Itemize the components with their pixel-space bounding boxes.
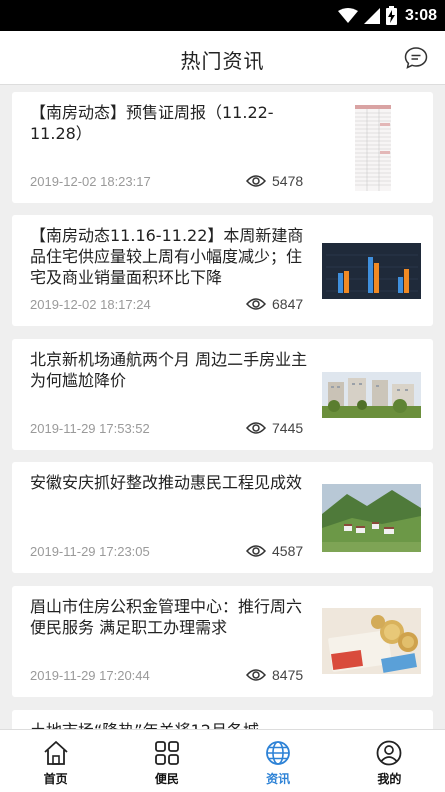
tab-services[interactable]: 便民 — [111, 730, 222, 792]
view-count: 6847 — [246, 295, 303, 313]
apartment-buildings-image — [322, 372, 421, 418]
news-date: 2019-11-29 17:53:52 — [30, 421, 150, 436]
home-icon — [44, 741, 68, 765]
news-card[interactable]: 土地市场“降热”年关将12月各城 — [12, 710, 433, 729]
tab-label: 首页 — [43, 772, 68, 786]
tab-label: 资讯 — [266, 772, 291, 786]
news-title: 【南房动态11.16-11.22】本周新建商品住宅供应量较上周有小幅度减少；住宅… — [30, 226, 304, 287]
page-title: 热门资讯 — [180, 49, 265, 73]
price-table-image — [355, 105, 391, 191]
news-card[interactable]: 眉山市住房公积金管理中心：推行周六便民服务 满足职工办理需求 2019-11-2… — [12, 586, 433, 697]
status-time: 3:08 — [404, 6, 437, 24]
news-feed[interactable]: 【南房动态】预售证周报（11.22-11.28） 2019-12-02 18:2… — [0, 86, 445, 729]
status-icons: 3:08 — [337, 4, 437, 27]
app-header: 热门资讯 — [0, 31, 445, 85]
view-count: 4587 — [246, 542, 303, 560]
tab-label: 我的 — [377, 772, 402, 786]
news-thumbnail — [322, 484, 421, 552]
view-count: 5478 — [246, 172, 303, 190]
eye-icon — [246, 669, 266, 681]
view-count: 8475 — [246, 666, 303, 684]
view-count-value: 4587 — [272, 543, 304, 559]
news-title: 【南房动态】预售证周报（11.22-11.28） — [30, 103, 274, 143]
tab-label: 便民 — [154, 772, 179, 786]
eye-icon — [246, 175, 266, 187]
news-title: 北京新机场通航两个月 周边二手房业主为何尴尬降价 — [30, 350, 308, 390]
news-thumbnail — [322, 608, 421, 674]
eye-icon — [246, 298, 266, 310]
user-icon — [376, 740, 402, 766]
news-date: 2019-12-02 18:23:17 — [30, 174, 151, 189]
tab-home[interactable]: 首页 — [0, 730, 111, 792]
globe-icon — [266, 741, 291, 765]
mountain-village-image — [322, 484, 421, 552]
view-count-value: 8475 — [272, 667, 304, 683]
news-title: 眉山市住房公积金管理中心：推行周六便民服务 满足职工办理需求 — [30, 597, 303, 637]
bar-chart-image — [322, 243, 421, 299]
housing-fund-coins-image — [322, 608, 421, 674]
news-thumbnail — [322, 243, 421, 299]
news-card[interactable]: 北京新机场通航两个月 周边二手房业主为何尴尬降价 2019-11-29 17:5… — [12, 339, 433, 450]
news-title: 安徽安庆抓好整改推动惠民工程见成效 — [30, 473, 303, 492]
tab-news[interactable]: 资讯 — [223, 730, 334, 792]
news-date: 2019-11-29 17:20:44 — [30, 668, 150, 683]
eye-icon — [246, 545, 266, 557]
news-thumbnail — [322, 372, 421, 418]
news-date: 2019-11-29 17:23:05 — [30, 544, 150, 559]
news-date: 2019-12-02 18:17:24 — [30, 297, 151, 312]
news-card[interactable]: 【南房动态11.16-11.22】本周新建商品住宅供应量较上周有小幅度减少；住宅… — [12, 215, 433, 326]
view-count-value: 6847 — [272, 296, 304, 312]
grid-icon — [154, 741, 179, 765]
news-title: 土地市场“降热”年关将12月各城 — [30, 720, 310, 729]
wifi-icon — [337, 7, 358, 23]
status-bar: 3:08 — [0, 0, 445, 31]
chat-bubble-icon[interactable] — [403, 45, 429, 71]
news-thumbnail — [355, 105, 391, 191]
eye-icon — [246, 422, 266, 434]
battery-charging-icon — [385, 6, 397, 25]
view-count: 7445 — [246, 419, 303, 437]
news-card[interactable]: 【南房动态】预售证周报（11.22-11.28） 2019-12-02 18:2… — [12, 92, 433, 203]
signal-icon — [363, 7, 380, 24]
bottom-tab-bar: 首页 便民 资讯 我的 — [0, 729, 445, 792]
view-count-value: 7445 — [272, 420, 304, 436]
news-card[interactable]: 安徽安庆抓好整改推动惠民工程见成效 2019-11-29 17:23:05 45… — [12, 462, 433, 573]
tab-profile[interactable]: 我的 — [334, 730, 445, 792]
view-count-value: 5478 — [272, 173, 304, 189]
